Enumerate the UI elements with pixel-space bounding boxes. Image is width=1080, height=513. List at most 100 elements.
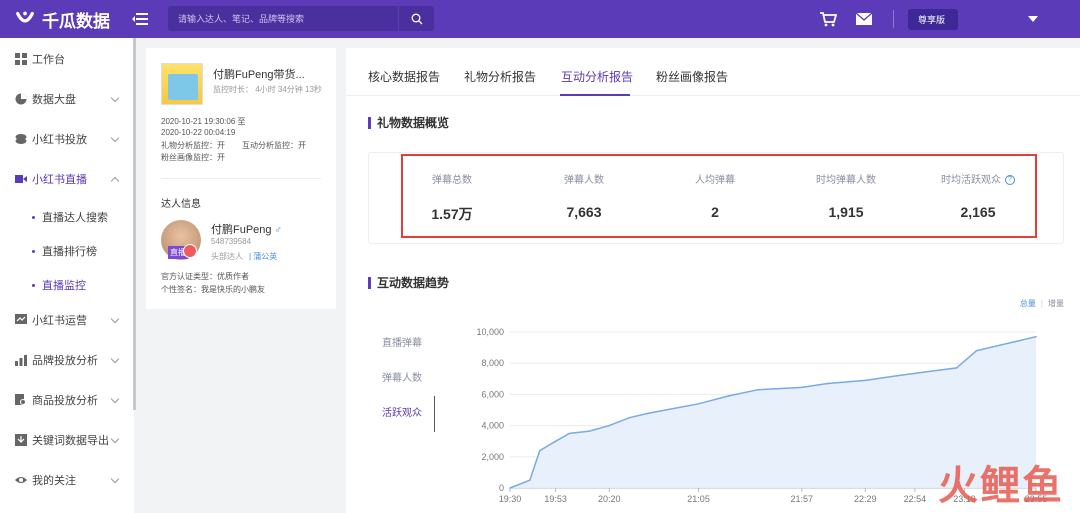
x-tick-label: 22:54	[904, 494, 927, 504]
data-point	[697, 402, 700, 405]
interact-monitor-status: 互动分析监控：开	[242, 141, 306, 150]
sidebar: 工作台 数据大盘 小红书投放 小红书直播 直播达人搜索 直播排行榜 直播监控 小…	[0, 38, 134, 513]
sidebar-sub-live-search[interactable]: 直播达人搜索	[32, 209, 108, 225]
metric-danmu-users[interactable]: 弹幕人数	[382, 369, 422, 384]
help-icon[interactable]: ?	[1005, 175, 1015, 186]
data-point	[568, 432, 571, 435]
data-point	[864, 379, 867, 382]
sidebar-item-workbench[interactable]: 工作台	[0, 48, 134, 70]
kol-level-tag: 头部达人	[211, 252, 243, 261]
stat-danmu-per-user: 人均弹幕 2	[655, 171, 775, 220]
x-tick-label: 20:20	[598, 494, 621, 504]
tab-gift-report[interactable]: 礼物分析报告	[464, 68, 536, 85]
tab-fans-report[interactable]: 粉丝画像报告	[656, 68, 728, 85]
sidebar-item-xhs-live[interactable]: 小红书直播	[0, 168, 134, 190]
panel-divider	[161, 178, 321, 179]
stat-hourly-active-viewers: 时均活跃观众? 2,165	[918, 171, 1038, 220]
data-point	[529, 479, 531, 481]
sidebar-item-brand-analysis[interactable]: 品牌投放分析	[0, 349, 134, 371]
fans-monitor-status: 粉丝画像监控：开	[161, 153, 225, 162]
y-tick-label: 8,000	[481, 358, 504, 368]
data-point	[975, 349, 978, 352]
app-logo[interactable]: 千瓜数据	[14, 7, 110, 32]
data-point	[1015, 340, 1017, 343]
toggle-total[interactable]: 总量	[1020, 299, 1036, 308]
sidebar-item-label: 工作台	[32, 54, 65, 66]
sidebar-scrollbar[interactable]	[133, 38, 136, 410]
x-tick-label: 21:05	[687, 494, 710, 504]
stat-label-row: 时均活跃观众?	[918, 171, 1038, 186]
chevron-down-icon	[110, 474, 120, 484]
menu-toggle-icon[interactable]	[132, 12, 148, 26]
report-tabs: 核心数据报告 礼物分析报告 互动分析报告 粉丝画像报告	[346, 48, 1080, 96]
live-thumbnail[interactable]	[161, 63, 203, 105]
data-point	[648, 412, 650, 414]
sidebar-item-label: 关键词数据导出	[32, 435, 109, 447]
data-point	[727, 395, 730, 397]
live-info-panel: 付鹏FuPeng带货... 监控时长： 4小时 34分钟 13秒 2020-10…	[146, 48, 336, 309]
stat-value: 1.57万	[431, 206, 473, 222]
live-title[interactable]: 付鹏FuPeng带货...	[213, 66, 305, 82]
y-tick-label: 0	[499, 483, 504, 493]
pie-icon	[15, 93, 27, 105]
stat-value: 2,165	[960, 204, 996, 220]
sidebar-item-xhs-ops[interactable]: 小红书运营	[0, 309, 134, 331]
metric-live-danmu[interactable]: 直播弹幕	[382, 334, 422, 349]
kol-cert: 官方认证类型：优质作者	[161, 272, 249, 281]
search-input[interactable]	[168, 6, 398, 31]
active-tab-indicator	[560, 94, 630, 96]
chart-icon	[15, 314, 27, 324]
tab-core-report[interactable]: 核心数据报告	[368, 68, 440, 85]
stat-value: 7,663	[566, 204, 602, 220]
watermark-logo: 火鲤鱼	[938, 464, 1064, 508]
data-point	[554, 440, 557, 442]
search-bar	[168, 6, 434, 31]
chevron-down-icon	[110, 133, 120, 143]
x-tick-label: 19:30	[499, 494, 522, 504]
plan-badge[interactable]: 尊享版	[908, 8, 958, 30]
sidebar-item-dashboard[interactable]: 数据大盘	[0, 88, 134, 110]
report-panel: 核心数据报告 礼物分析报告 互动分析报告 粉丝画像报告 礼物数据概览 弹幕总数 …	[346, 48, 1080, 513]
pugongying-link[interactable]: | 蒲公英	[249, 252, 277, 261]
x-tick-label: 21:57	[791, 494, 814, 504]
data-point	[509, 487, 511, 489]
metric-active-viewers[interactable]: 活跃观众	[382, 404, 422, 419]
kol-name-row[interactable]: 付鹏FuPeng ♂	[211, 221, 282, 237]
stat-value: 1,915	[828, 204, 864, 220]
y-tick-label: 10,000	[476, 327, 504, 337]
data-point	[757, 388, 759, 391]
doc-search-icon	[15, 394, 26, 405]
trend-title: 互动数据趋势	[368, 274, 449, 291]
stat-label: 弹幕总数	[432, 175, 472, 186]
stat-danmu-users: 弹幕人数 7,663	[524, 171, 644, 220]
sidebar-item-label: 小红书运营	[32, 315, 87, 327]
mail-icon[interactable]	[855, 11, 873, 27]
chevron-down-icon	[110, 394, 120, 404]
toggle-increment[interactable]: 增量	[1048, 299, 1064, 308]
user-menu-caret-icon[interactable]	[1028, 16, 1038, 22]
sidebar-sub-live-ranking[interactable]: 直播排行榜	[32, 243, 97, 259]
sidebar-item-product-analysis[interactable]: 商品投放分析	[0, 389, 134, 411]
data-point	[955, 367, 958, 369]
cart-icon[interactable]	[819, 11, 837, 27]
gift-overview-title: 礼物数据概览	[368, 114, 449, 131]
y-tick-label: 4,000	[481, 421, 504, 431]
sidebar-item-keyword-export[interactable]: 关键词数据导出	[0, 429, 134, 451]
grid-icon	[15, 53, 27, 65]
x-tick-label: 19:53	[544, 494, 567, 504]
data-point	[926, 370, 928, 373]
stat-label: 时均活跃观众	[941, 175, 1001, 186]
search-button[interactable]	[398, 6, 434, 31]
gift-monitor-status: 礼物分析监控：开	[161, 141, 225, 150]
x-tick-label: 22:29	[854, 494, 877, 504]
sidebar-item-following[interactable]: 我的关注	[0, 469, 134, 491]
sidebar-sub-live-monitor[interactable]: 直播监控	[32, 277, 86, 293]
download-icon	[15, 434, 27, 446]
tab-interaction-report[interactable]: 互动分析报告	[561, 68, 633, 85]
sidebar-item-xhs-ads[interactable]: 小红书投放	[0, 128, 134, 150]
chevron-up-icon	[110, 176, 120, 186]
data-point	[538, 449, 541, 452]
stat-danmu-total: 弹幕总数 1.57万	[392, 171, 512, 224]
app-name: 千瓜数据	[42, 11, 110, 31]
chevron-down-icon	[110, 93, 120, 103]
